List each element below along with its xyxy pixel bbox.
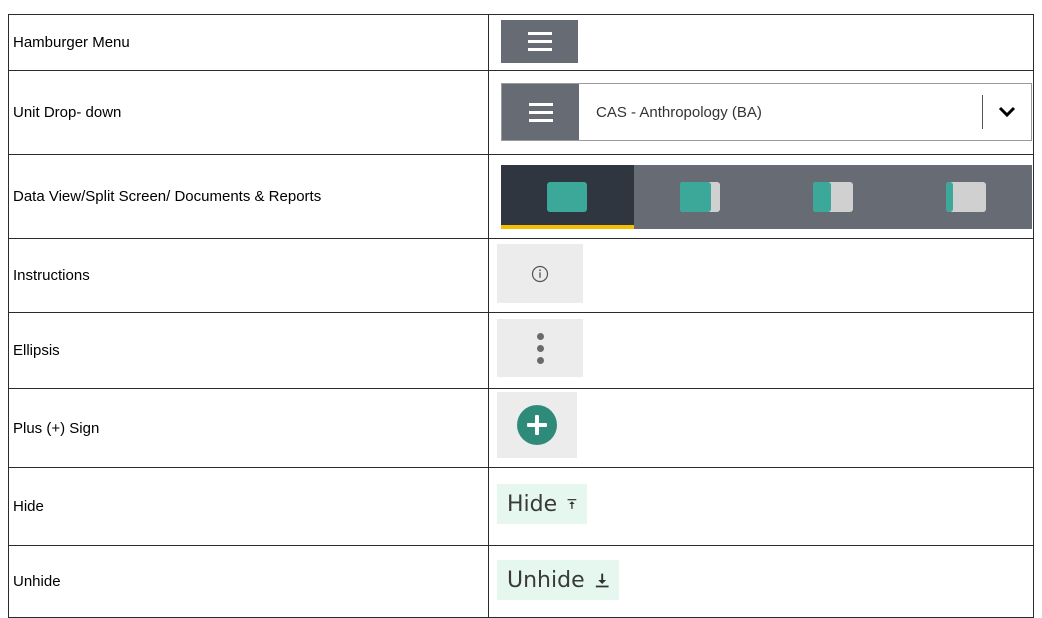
instructions-button[interactable] <box>497 244 583 303</box>
ellipsis-button[interactable] <box>497 319 583 377</box>
unhide-button[interactable]: Unhide <box>497 560 619 600</box>
data-view-icon <box>547 182 588 212</box>
unhide-button-label: Unhide <box>507 567 585 593</box>
icon-reference-table: Hamburger Menu Unit Drop- down CAS - Ant… <box>8 14 1034 618</box>
row-visual <box>488 312 1034 389</box>
unit-dropdown[interactable]: CAS - Anthropology (BA) <box>501 83 1032 141</box>
split-screen-documents-icon <box>812 182 853 212</box>
row-label: Instructions <box>8 238 489 313</box>
plus-button[interactable] <box>497 392 577 458</box>
table-row: Ellipsis <box>8 312 1034 389</box>
hamburger-menu-icon <box>527 32 552 51</box>
arrow-down-to-bar-icon <box>595 573 609 588</box>
table-row: Data View/Split Screen/ Documents & Repo… <box>8 154 1034 239</box>
hamburger-menu-icon <box>528 102 553 122</box>
row-label: Plus (+) Sign <box>8 388 489 468</box>
table-row: Instructions <box>8 238 1034 313</box>
unit-dropdown-value: CAS - Anthropology (BA) <box>596 103 762 121</box>
row-visual <box>488 238 1034 313</box>
split-screen-right-button[interactable] <box>767 165 900 229</box>
view-switcher <box>501 165 1032 229</box>
table-row: Hamburger Menu <box>8 14 1034 71</box>
row-visual <box>488 14 1034 71</box>
unit-dropdown-menu-button[interactable] <box>502 84 579 140</box>
documents-reports-button[interactable] <box>899 165 1032 229</box>
table-row: Unit Drop- down CAS - Anthropology (BA) <box>8 70 1034 155</box>
info-circle-icon <box>531 265 549 282</box>
row-label: Unit Drop- down <box>8 70 489 155</box>
row-visual: Hide <box>488 467 1034 546</box>
row-visual: CAS - Anthropology (BA) <box>488 70 1034 155</box>
hamburger-menu-button[interactable] <box>501 20 578 63</box>
row-label: Ellipsis <box>8 312 489 389</box>
plus-circle-icon <box>517 405 557 445</box>
hide-button[interactable]: Hide <box>497 484 587 524</box>
hide-button-label: Hide <box>507 491 558 517</box>
row-label: Hamburger Menu <box>8 14 489 71</box>
split-screen-left-button[interactable] <box>634 165 767 229</box>
row-visual <box>488 154 1034 239</box>
table-row: Plus (+) Sign <box>8 388 1034 468</box>
chevron-down-icon[interactable] <box>983 106 1031 118</box>
row-label: Hide <box>8 467 489 546</box>
row-label: Data View/Split Screen/ Documents & Repo… <box>8 154 489 239</box>
vertical-ellipsis-icon <box>536 332 544 364</box>
row-visual <box>488 388 1034 468</box>
data-view-button[interactable] <box>501 165 634 229</box>
split-screen-data-icon <box>680 182 721 212</box>
table-row: Hide Hide <box>8 467 1034 546</box>
documents-reports-icon <box>945 182 986 212</box>
arrow-up-to-bar-icon <box>567 499 577 509</box>
